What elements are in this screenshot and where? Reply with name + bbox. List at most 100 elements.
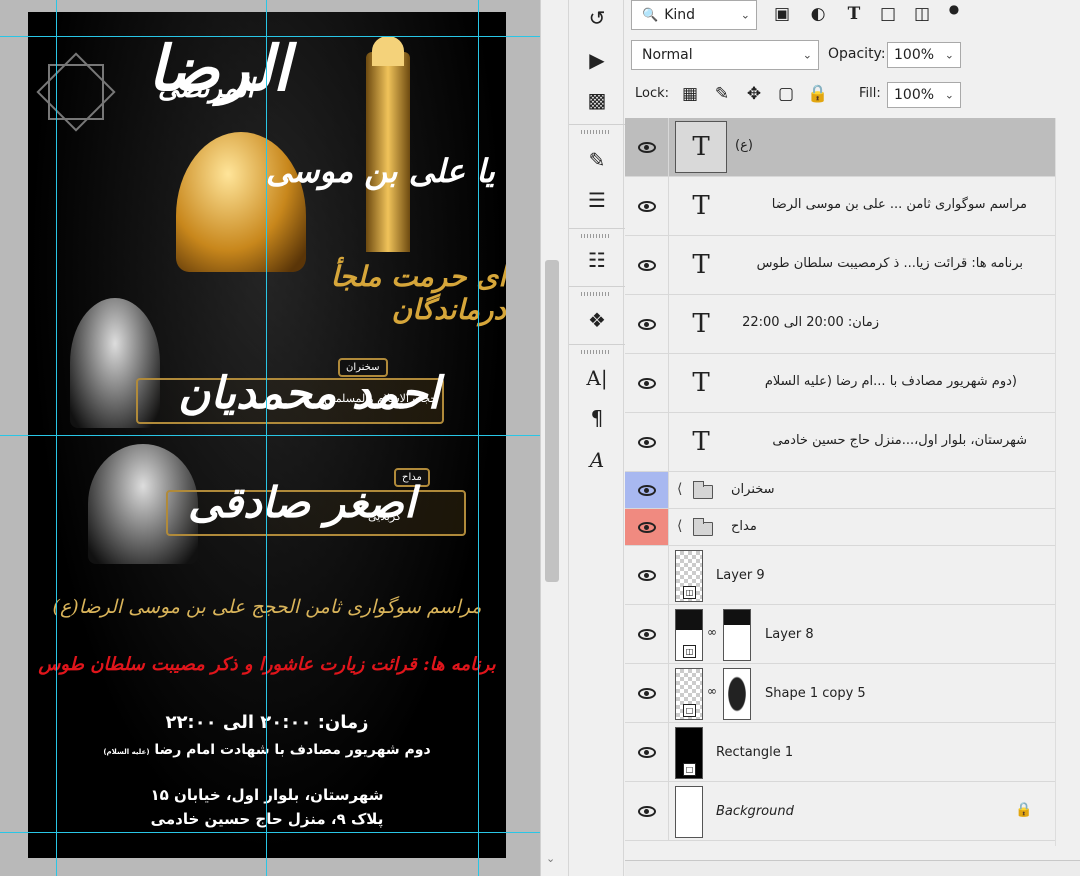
layer-row[interactable]: □ ∞ Shape 1 copy 5 — [625, 664, 1055, 723]
visibility-toggle[interactable] — [625, 723, 669, 781]
visibility-toggle[interactable] — [625, 546, 669, 604]
filter-toggle-icon[interactable]: ● — [943, 0, 965, 20]
paragraph-icon[interactable]: ¶ — [583, 404, 611, 432]
layer-name[interactable]: برنامه ها: قرائت زیا... ذ کرمصیبت سلطان … — [735, 256, 1023, 271]
guide-horizontal[interactable] — [0, 832, 540, 833]
lock-artboard-icon[interactable]: ▢ — [775, 83, 797, 105]
eye-icon — [637, 200, 656, 212]
visibility-toggle[interactable] — [625, 413, 669, 471]
layer-name[interactable]: Shape 1 copy 5 — [765, 686, 866, 701]
layer-group-row[interactable]: ⟨ سخنران — [625, 472, 1055, 509]
lock-transparent-pixels-icon[interactable]: ▦ — [679, 83, 701, 105]
text-layer-thumbnail: T — [692, 427, 710, 457]
layer-name[interactable]: مراسم سوگواری ثامن ... علی بن موسی الرضا — [735, 197, 1027, 212]
guide-vertical[interactable] — [478, 0, 479, 876]
layer-name[interactable]: Layer 8 — [765, 627, 814, 642]
layer-mask-thumbnail[interactable] — [723, 609, 751, 661]
visibility-toggle[interactable] — [625, 472, 669, 508]
visibility-toggle[interactable] — [625, 782, 669, 840]
layer-row[interactable]: T مراسم سوگواری ثامن ... علی بن موسی الر… — [625, 177, 1055, 236]
play-action-icon[interactable]: ▶ — [583, 46, 611, 74]
panel-grip[interactable] — [581, 130, 611, 134]
visibility-toggle[interactable] — [625, 354, 669, 412]
poster-line-date-note: (علیه السلام) — [103, 748, 150, 756]
glyphs-icon[interactable]: A — [583, 446, 611, 474]
panel-grip[interactable] — [581, 292, 611, 296]
guide-horizontal[interactable] — [0, 435, 540, 436]
filter-pixel-layer-icon[interactable]: ▣ — [771, 3, 793, 25]
layer-row[interactable]: Background 🔒 — [625, 782, 1055, 841]
layer-row[interactable]: ◫ ∞ Layer 8 — [625, 605, 1055, 664]
visibility-toggle[interactable] — [625, 177, 669, 235]
visibility-toggle[interactable] — [625, 509, 669, 545]
brush-presets-icon[interactable]: ☰ — [583, 186, 611, 214]
speaker-title: حجت الاسلام والمسلمین — [324, 392, 438, 405]
layers-panel-scrollbar[interactable] — [1055, 118, 1080, 846]
layer-name[interactable]: (دوم شهریور مصادف با ...ام رضا (علیه الس… — [735, 374, 1017, 389]
clone-source-icon[interactable]: ▩ — [583, 86, 611, 114]
layer-row[interactable]: T شهرستان، بلوار اول،...منزل حاج حسین خا… — [625, 413, 1055, 472]
layer-group-row[interactable]: ⟨ مداح — [625, 509, 1055, 546]
layer-mask-thumbnail[interactable] — [723, 668, 751, 720]
panel-separator — [569, 228, 625, 229]
opacity-input[interactable]: 100% ⌄ — [887, 42, 961, 68]
document-canvas-area[interactable]: الرضا المرتضى یا علی بن موسی ای حرمت ملج… — [0, 0, 540, 876]
layer-name[interactable]: مداح — [731, 519, 757, 534]
lock-all-icon[interactable]: 🔒 — [807, 83, 829, 105]
layer-row[interactable]: T برنامه ها: قرائت زیا... ذ کرمصیبت سلطا… — [625, 236, 1055, 295]
calligraphy-morteza: المرتضى — [158, 74, 254, 104]
layer-name[interactable]: Background — [716, 804, 794, 819]
expand-chevron-icon[interactable]: ⟨ — [677, 518, 682, 534]
layer-name[interactable]: زمان: 20:00 الی 22:00 — [735, 315, 879, 330]
layer-row[interactable]: T (ع) — [625, 118, 1055, 177]
tool-presets-icon[interactable]: ☷ — [583, 246, 611, 274]
character-icon[interactable]: A| — [583, 364, 611, 392]
eye-icon — [637, 746, 656, 758]
fill-input[interactable]: 100% ⌄ — [887, 82, 961, 108]
blend-mode-select[interactable]: Normal ⌄ — [631, 40, 819, 70]
visibility-toggle[interactable] — [625, 664, 669, 722]
layer-name[interactable]: Layer 9 — [716, 568, 765, 583]
layer-row[interactable]: T (دوم شهریور مصادف با ...ام رضا (علیه ا… — [625, 354, 1055, 413]
scroll-down-icon[interactable]: ⌄ — [546, 852, 555, 865]
filter-type-layer-icon[interactable]: T — [843, 3, 865, 25]
visibility-toggle[interactable] — [625, 295, 669, 353]
eye-icon — [637, 569, 656, 581]
blend-mode-value: Normal — [642, 47, 693, 63]
visibility-toggle[interactable] — [625, 236, 669, 294]
guide-vertical[interactable] — [56, 0, 57, 876]
visibility-toggle[interactable] — [625, 605, 669, 663]
smart-object-badge-icon: ◫ — [683, 645, 696, 658]
panel-grip[interactable] — [581, 350, 611, 354]
guide-vertical[interactable] — [266, 0, 267, 876]
layer-row[interactable]: □ Rectangle 1 — [625, 723, 1055, 782]
calligraphy-gold-line: ای حرمت ملجأ درماندگان — [330, 260, 506, 326]
history-icon[interactable]: ↺ — [583, 4, 611, 32]
folder-icon — [692, 481, 713, 499]
layer-row[interactable]: ◫ Layer 9 — [625, 546, 1055, 605]
chain-link-icon[interactable]: ∞ — [707, 684, 717, 698]
filter-adjustment-layer-icon[interactable]: ◐ — [807, 3, 829, 25]
filter-smart-object-icon[interactable]: ◫ — [911, 3, 933, 25]
layer-name[interactable]: سخنران — [731, 482, 775, 497]
layer-name[interactable]: Rectangle 1 — [716, 745, 793, 760]
filter-kind-select[interactable]: 🔍 Kind ⌄ — [631, 0, 757, 30]
visibility-toggle[interactable] — [625, 118, 669, 176]
panel-grip[interactable] — [581, 234, 611, 238]
panel-icon-strip: ↺ ▶ ▩ ✎ ☰ ☷ ❖ A| ¶ A — [568, 0, 625, 876]
calligraphy-ya-ali: یا علی بن موسی — [266, 152, 495, 190]
filter-shape-layer-icon[interactable]: □ — [877, 3, 899, 25]
color-channels-icon[interactable]: ❖ — [583, 306, 611, 334]
guide-horizontal[interactable] — [0, 36, 540, 37]
expand-chevron-icon[interactable]: ⟨ — [677, 481, 682, 497]
layer-row[interactable]: T زمان: 20:00 الی 22:00 — [625, 295, 1055, 354]
chain-link-icon[interactable]: ∞ — [707, 625, 717, 639]
brush-settings-icon[interactable]: ✎ — [583, 146, 611, 174]
layer-name[interactable]: (ع) — [735, 138, 753, 153]
lock-position-icon[interactable]: ✥ — [743, 83, 765, 105]
canvas-vertical-scrollbar[interactable]: ⌄ — [540, 0, 564, 876]
scrollbar-thumb[interactable] — [545, 260, 559, 582]
layer-name[interactable]: شهرستان، بلوار اول،...منزل حاج حسین خادم… — [735, 433, 1027, 448]
eye-icon — [637, 259, 656, 271]
lock-image-pixels-icon[interactable]: ✎ — [711, 83, 733, 105]
